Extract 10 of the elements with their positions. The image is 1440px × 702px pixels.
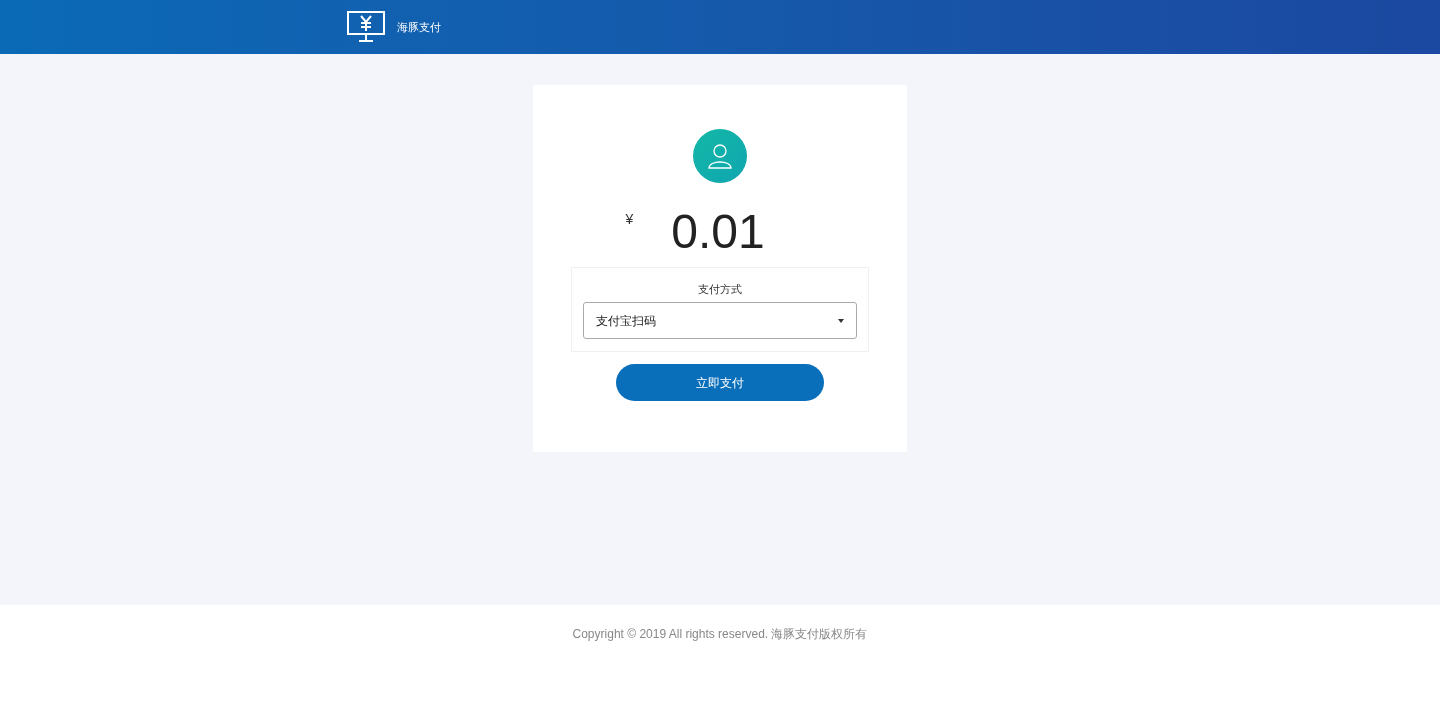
brand-name: 海豚支付: [397, 19, 441, 35]
copyright-text: Copyright © 2019 All rights reserved. 海豚支付版权所有: [572, 626, 868, 643]
dropdown-caret-icon: [838, 318, 844, 323]
person-icon: [706, 142, 734, 170]
currency-symbol: ¥: [625, 210, 634, 229]
pay-button[interactable]: 立即支付: [616, 364, 824, 401]
monitor-yen-icon: [347, 11, 385, 43]
amount: 0.01: [671, 207, 765, 257]
method-select[interactable]: 支付宝扫码: [583, 302, 857, 339]
method-label: 支付方式: [698, 282, 742, 296]
